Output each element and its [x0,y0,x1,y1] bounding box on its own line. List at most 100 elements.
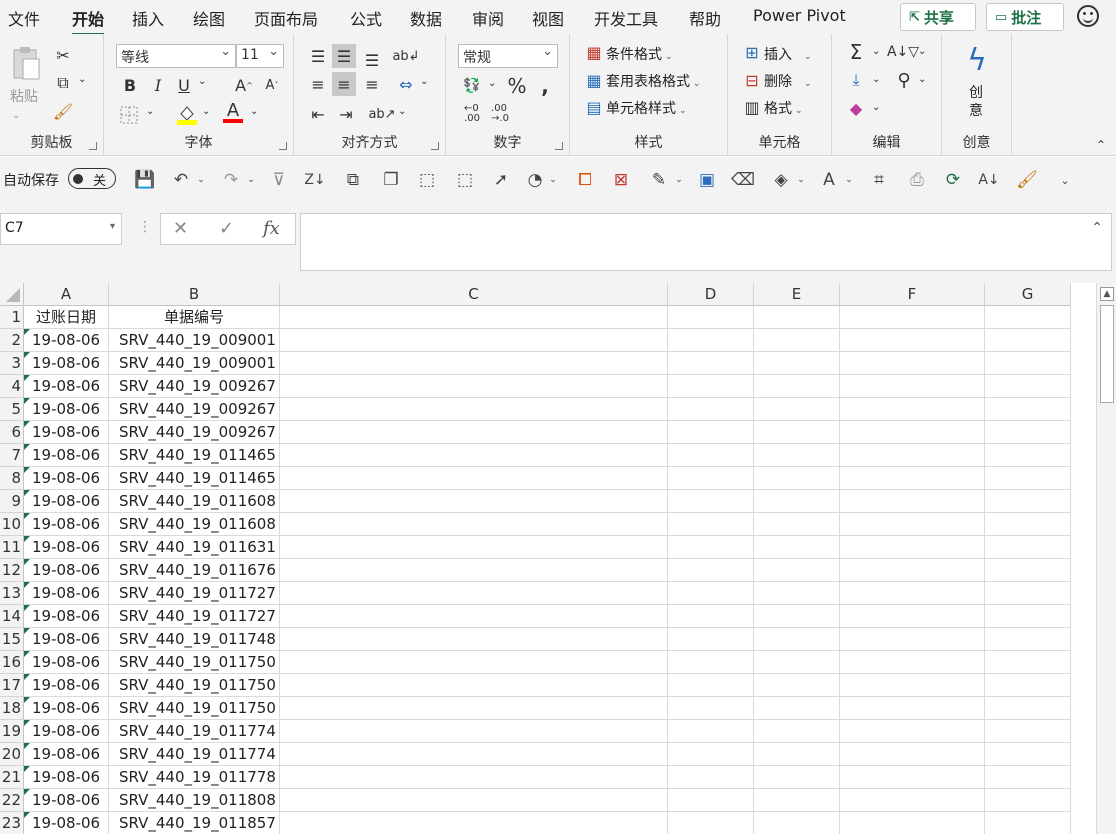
enter-icon[interactable]: ✓ [219,218,234,239]
row-header[interactable]: 3 [0,352,24,375]
cell-b6[interactable]: SRV_440_19_009267 [109,421,280,444]
cell-e6[interactable] [754,421,840,444]
cell-a14[interactable]: 19-08-06 [24,605,109,628]
cell-b19[interactable]: SRV_440_19_011774 [109,720,280,743]
print-icon[interactable]: ⎙ [906,169,928,191]
cell-f6[interactable] [840,421,985,444]
cell-g10[interactable] [985,513,1071,536]
tab-draw[interactable]: 绘图 [193,6,225,30]
column-header-f[interactable]: F [840,283,985,306]
cell-b3[interactable]: SRV_440_19_009001 [109,352,280,375]
cell-e22[interactable] [754,789,840,812]
cell-g15[interactable] [985,628,1071,651]
cell-c1[interactable] [280,306,668,329]
redo-dropdown-icon[interactable]: ⌄ [246,169,256,191]
increase-indent-icon[interactable]: ⇥ [334,102,358,126]
cell-g21[interactable] [985,766,1071,789]
row-header[interactable]: 7 [0,444,24,467]
cell-a21[interactable]: 19-08-06 [24,766,109,789]
cell-b23[interactable]: SRV_440_19_011857 [109,812,280,834]
insert-cells-button[interactable]: 插入 ⌄ [764,44,812,64]
cell-e5[interactable] [754,398,840,421]
row-header[interactable]: 2 [0,329,24,352]
row-header[interactable]: 14 [0,605,24,628]
edit-shape-icon[interactable]: ✎ [648,169,670,191]
decrease-font-icon[interactable]: Aˇ [262,74,282,96]
italic-icon[interactable]: I [148,74,168,96]
row-header[interactable]: 13 [0,582,24,605]
copy-icon[interactable]: ⧉ [52,72,74,94]
cell-f23[interactable] [840,812,985,834]
cell-a5[interactable]: 19-08-06 [24,398,109,421]
cell-e4[interactable] [754,375,840,398]
cell-g22[interactable] [985,789,1071,812]
cell-g23[interactable] [985,812,1071,834]
row-header[interactable]: 19 [0,720,24,743]
cell-c17[interactable] [280,674,668,697]
number-launcher-icon[interactable] [555,142,563,150]
cell-e12[interactable] [754,559,840,582]
row-header[interactable]: 1 [0,306,24,329]
cell-c7[interactable] [280,444,668,467]
cell-e23[interactable] [754,812,840,834]
vertical-scrollbar[interactable]: ▲ [1096,283,1116,834]
clear-dropdown-icon[interactable]: ⌄ [872,102,880,113]
cell-g4[interactable] [985,375,1071,398]
cell-b18[interactable]: SRV_440_19_011750 [109,697,280,720]
cell-d14[interactable] [668,605,754,628]
row-header[interactable]: 21 [0,766,24,789]
sort-filter-icon[interactable]: A↓▽ [887,40,919,64]
cell-c11[interactable] [280,536,668,559]
tab-developer[interactable]: 开发工具 [594,6,658,30]
tab-view[interactable]: 视图 [532,6,564,30]
cell-b10[interactable]: SRV_440_19_011608 [109,513,280,536]
cell-e8[interactable] [754,467,840,490]
cell-a8[interactable]: 19-08-06 [24,467,109,490]
font-color-icon[interactable]: A [222,100,244,126]
cell-a22[interactable]: 19-08-06 [24,789,109,812]
cell-a11[interactable]: 19-08-06 [24,536,109,559]
cell-f21[interactable] [840,766,985,789]
cell-a9[interactable]: 19-08-06 [24,490,109,513]
bring-forward-icon[interactable]: ❐ [380,169,402,191]
decrease-indent-icon[interactable]: ⇤ [306,102,330,126]
column-header-e[interactable]: E [754,283,840,306]
select-all-corner[interactable] [0,283,24,306]
tab-insert[interactable]: 插入 [132,6,164,30]
cell-f2[interactable] [840,329,985,352]
tab-review[interactable]: 审阅 [472,6,504,30]
cell-f22[interactable] [840,789,985,812]
cell-d22[interactable] [668,789,754,812]
column-header-b[interactable]: B [109,283,280,306]
cell-d23[interactable] [668,812,754,834]
cell-g11[interactable] [985,536,1071,559]
cell-f19[interactable] [840,720,985,743]
orientation-icon[interactable]: ab↗ [368,102,395,126]
select-objects-icon[interactable]: ⬚ [416,169,438,191]
cell-c5[interactable] [280,398,668,421]
cell-d20[interactable] [668,743,754,766]
row-header[interactable]: 8 [0,467,24,490]
cell-d15[interactable] [668,628,754,651]
cell-c13[interactable] [280,582,668,605]
font-launcher-icon[interactable] [279,142,287,150]
format-cells-icon[interactable]: ▥ [742,97,762,117]
delete-cells-button[interactable]: 删除 ⌄ [764,71,812,91]
crop-icon[interactable]: ⌗ [868,169,890,191]
feedback-smiley-icon[interactable] [1077,5,1099,27]
row-header[interactable]: 16 [0,651,24,674]
shapes-dropdown-icon[interactable]: ⌄ [548,169,558,191]
cell-f4[interactable] [840,375,985,398]
format-as-table-icon[interactable]: ▦ [584,70,604,90]
cell-c21[interactable] [280,766,668,789]
cell-d9[interactable] [668,490,754,513]
cell-d8[interactable] [668,467,754,490]
row-header[interactable]: 15 [0,628,24,651]
tab-power-pivot[interactable]: Power Pivot [753,6,846,25]
cell-d5[interactable] [668,398,754,421]
accounting-dropdown-icon[interactable]: ⌄ [488,78,496,89]
cell-a4[interactable]: 19-08-06 [24,375,109,398]
cell-b17[interactable]: SRV_440_19_011750 [109,674,280,697]
cell-g17[interactable] [985,674,1071,697]
cell-a6[interactable]: 19-08-06 [24,421,109,444]
